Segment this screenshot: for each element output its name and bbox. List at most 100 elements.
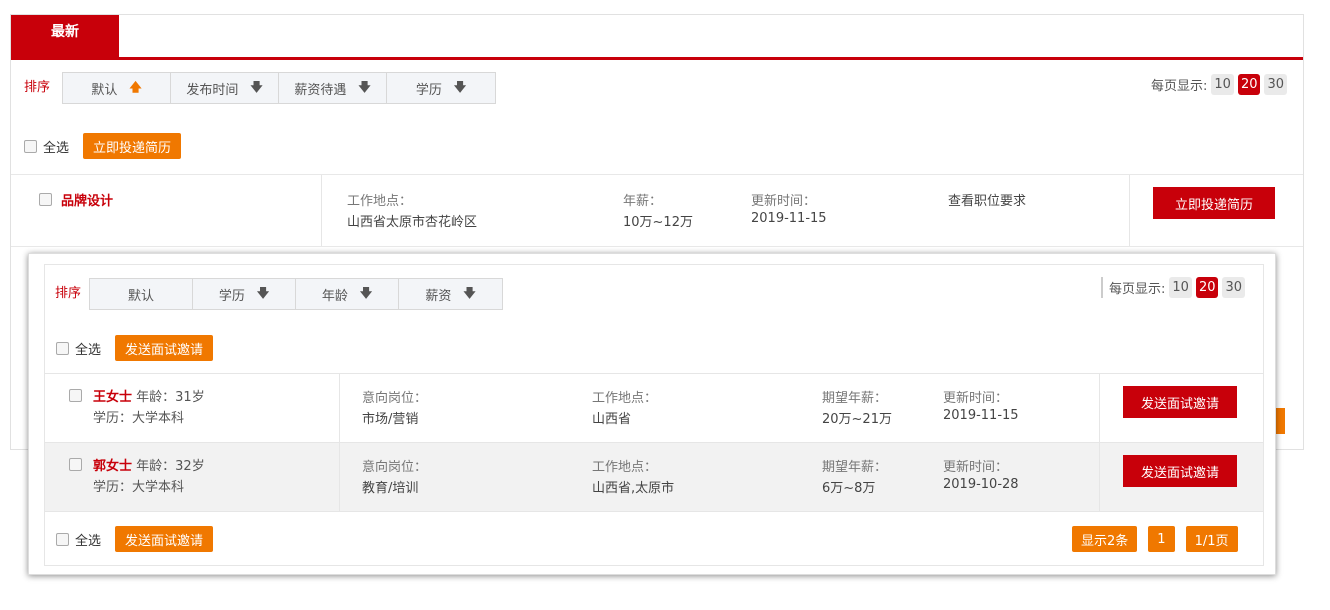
sort-bar: 排序 默认 🡅 发布时间 🡇 薪资待遇 🡇 学历 🡇 bbox=[24, 72, 497, 104]
arrow-down-icon: 🡇 bbox=[256, 285, 270, 300]
sort-label: 排序 bbox=[24, 79, 51, 95]
send-invite-row-button[interactable]: 发送面试邀请 bbox=[1123, 455, 1237, 487]
candidate-row: 郭女士 年龄：32岁 学历：大学本科 意向岗位： 教育/培训 工作地点： 山西省… bbox=[45, 442, 1263, 511]
sort-salary-button[interactable]: 薪资 🡇 bbox=[399, 279, 502, 309]
select-all-label: 全选 bbox=[75, 533, 102, 549]
sort-option-label: 薪资待遇 bbox=[294, 82, 347, 98]
candidate-age: 年龄：31岁 bbox=[136, 390, 205, 405]
salary-value: 20万~21万 bbox=[822, 412, 892, 427]
arrow-down-icon: 🡇 bbox=[463, 285, 476, 300]
page-1-button[interactable]: 1 bbox=[1148, 526, 1175, 552]
sort-salary-button[interactable]: 薪资待遇 🡇 bbox=[279, 73, 388, 103]
divider bbox=[1099, 374, 1100, 442]
apply-button[interactable]: 立即投递简历 bbox=[1153, 187, 1275, 219]
sort-label: 排序 bbox=[55, 285, 82, 301]
divider bbox=[321, 175, 322, 246]
position-value: 市场/营销 bbox=[362, 412, 419, 427]
job-row: 品牌设计 工作地点： 山西省太原市杏花岭区 年薪： 10万~12万 更新时间： … bbox=[11, 174, 1303, 247]
select-all-label: 全选 bbox=[75, 342, 102, 358]
divider bbox=[1099, 443, 1100, 511]
updated-label: 更新时间： bbox=[943, 460, 1009, 475]
salary-label: 期望年薪： bbox=[822, 391, 888, 406]
candidate-age: 年龄：32岁 bbox=[136, 459, 205, 474]
arrow-down-icon: 🡇 bbox=[358, 79, 371, 94]
view-requirements-link[interactable]: 查看职位要求 bbox=[948, 190, 1026, 209]
job-title-link[interactable]: 品牌设计 bbox=[61, 190, 113, 209]
salary-label: 期望年薪： bbox=[822, 460, 888, 475]
candidate-info: 郭女士 年龄：32岁 bbox=[93, 455, 205, 474]
per-page-10[interactable]: 10 bbox=[1211, 74, 1234, 95]
send-invite-row-button[interactable]: 发送面试邀请 bbox=[1123, 386, 1237, 418]
candidate-list-panel: 排序 默认 学历 🡇 年龄 🡇 薪资 🡇 每页显示: 10 20 30 全选 发… bbox=[28, 253, 1276, 575]
divider bbox=[339, 374, 340, 442]
updated-value: 2019-10-28 bbox=[943, 477, 1019, 492]
sort-age-button[interactable]: 年龄 🡇 bbox=[296, 279, 400, 309]
location-value: 山西省 bbox=[592, 412, 632, 427]
per-page-label: 每页显示: bbox=[1109, 282, 1166, 297]
per-page-20[interactable]: 20 bbox=[1195, 277, 1219, 298]
footer-select-all-checkbox[interactable] bbox=[56, 532, 69, 546]
per-page-30[interactable]: 30 bbox=[1222, 277, 1246, 298]
arrow-down-icon: 🡇 bbox=[359, 285, 373, 300]
hidden-button-edge bbox=[1276, 408, 1285, 434]
arrow-down-icon: 🡇 bbox=[453, 79, 467, 94]
pagination: 显示2条 1 1/1页 bbox=[1072, 526, 1238, 552]
candidate-checkbox[interactable] bbox=[69, 458, 82, 471]
position-value: 教育/培训 bbox=[362, 481, 419, 496]
page-info[interactable]: 1/1页 bbox=[1185, 526, 1238, 552]
footer-divider bbox=[45, 511, 1263, 512]
location-value: 山西省太原市杏花岭区 bbox=[347, 215, 478, 230]
sort-education-button[interactable]: 学历 🡇 bbox=[387, 73, 495, 103]
tab-latest[interactable]: 最新 bbox=[11, 15, 119, 57]
sort-option-label: 学历 bbox=[218, 288, 245, 304]
sort-education-button[interactable]: 学历 🡇 bbox=[193, 279, 297, 309]
arrow-down-icon: 🡇 bbox=[250, 79, 263, 94]
candidate-row: 王女士 年龄：31岁 学历：大学本科 意向岗位： 市场/营销 工作地点： 山西省… bbox=[45, 373, 1263, 442]
divider bbox=[339, 443, 340, 511]
sort-option-label: 年龄 bbox=[321, 288, 348, 304]
candidate-info: 王女士 年龄：31岁 bbox=[93, 386, 205, 405]
sort-options: 默认 学历 🡇 年龄 🡇 薪资 🡇 bbox=[89, 278, 504, 310]
per-page-selector: 每页显示: 10 20 30 bbox=[1151, 74, 1288, 95]
select-all-checkbox[interactable] bbox=[24, 139, 37, 153]
sort-option-label: 默认 bbox=[91, 82, 118, 98]
select-all-checkbox[interactable] bbox=[56, 341, 69, 355]
updated-label: 更新时间： bbox=[943, 391, 1009, 406]
candidate-list-inner: 排序 默认 学历 🡇 年龄 🡇 薪资 🡇 每页显示: 10 20 30 全选 发… bbox=[44, 264, 1264, 566]
location-value: 山西省,太原市 bbox=[592, 481, 675, 496]
candidate-education: 学历：大学本科 bbox=[93, 411, 185, 426]
candidate-checkbox[interactable] bbox=[69, 389, 82, 402]
sort-default-button[interactable]: 默认 bbox=[90, 279, 194, 309]
arrow-up-icon: 🡅 bbox=[129, 79, 142, 94]
select-bar: 全选 发送面试邀请 bbox=[56, 335, 214, 361]
location-label: 工作地点： bbox=[592, 460, 658, 475]
updated-label: 更新时间： bbox=[751, 194, 817, 209]
sort-publish-time-button[interactable]: 发布时间 🡇 bbox=[171, 73, 280, 103]
per-page-selector: 每页显示: 10 20 30 bbox=[1101, 277, 1246, 298]
divider bbox=[1129, 175, 1130, 246]
select-bar: 全选 立即投递简历 bbox=[24, 133, 182, 159]
candidate-name-link[interactable]: 郭女士 bbox=[93, 459, 132, 474]
position-label: 意向岗位： bbox=[362, 460, 428, 475]
sort-option-label: 学历 bbox=[415, 82, 442, 98]
candidate-education: 学历：大学本科 bbox=[93, 480, 185, 495]
show-count-button[interactable]: 显示2条 bbox=[1072, 526, 1138, 552]
footer-send-invite-button[interactable]: 发送面试邀请 bbox=[115, 526, 214, 552]
submit-resume-button[interactable]: 立即投递简历 bbox=[83, 133, 182, 159]
sort-options: 默认 🡅 发布时间 🡇 薪资待遇 🡇 学历 🡇 bbox=[62, 72, 497, 104]
sort-option-label: 默认 bbox=[128, 288, 155, 304]
updated-value: 2019-11-15 bbox=[943, 408, 1019, 423]
sort-default-button[interactable]: 默认 🡅 bbox=[63, 73, 172, 103]
per-page-10[interactable]: 10 bbox=[1169, 277, 1192, 298]
send-invite-button[interactable]: 发送面试邀请 bbox=[115, 335, 214, 361]
salary-value: 6万~8万 bbox=[822, 481, 876, 496]
job-checkbox[interactable] bbox=[39, 193, 52, 206]
updated-value: 2019-11-15 bbox=[751, 211, 827, 226]
candidate-name-link[interactable]: 王女士 bbox=[93, 390, 132, 405]
position-label: 意向岗位： bbox=[362, 391, 428, 406]
per-page-label: 每页显示: bbox=[1151, 79, 1208, 94]
per-page-30[interactable]: 30 bbox=[1264, 74, 1288, 95]
candidate-sort-bar: 排序 默认 学历 🡇 年龄 🡇 薪资 🡇 bbox=[55, 278, 504, 310]
select-all-label: 全选 bbox=[43, 140, 70, 156]
per-page-20[interactable]: 20 bbox=[1237, 74, 1261, 95]
